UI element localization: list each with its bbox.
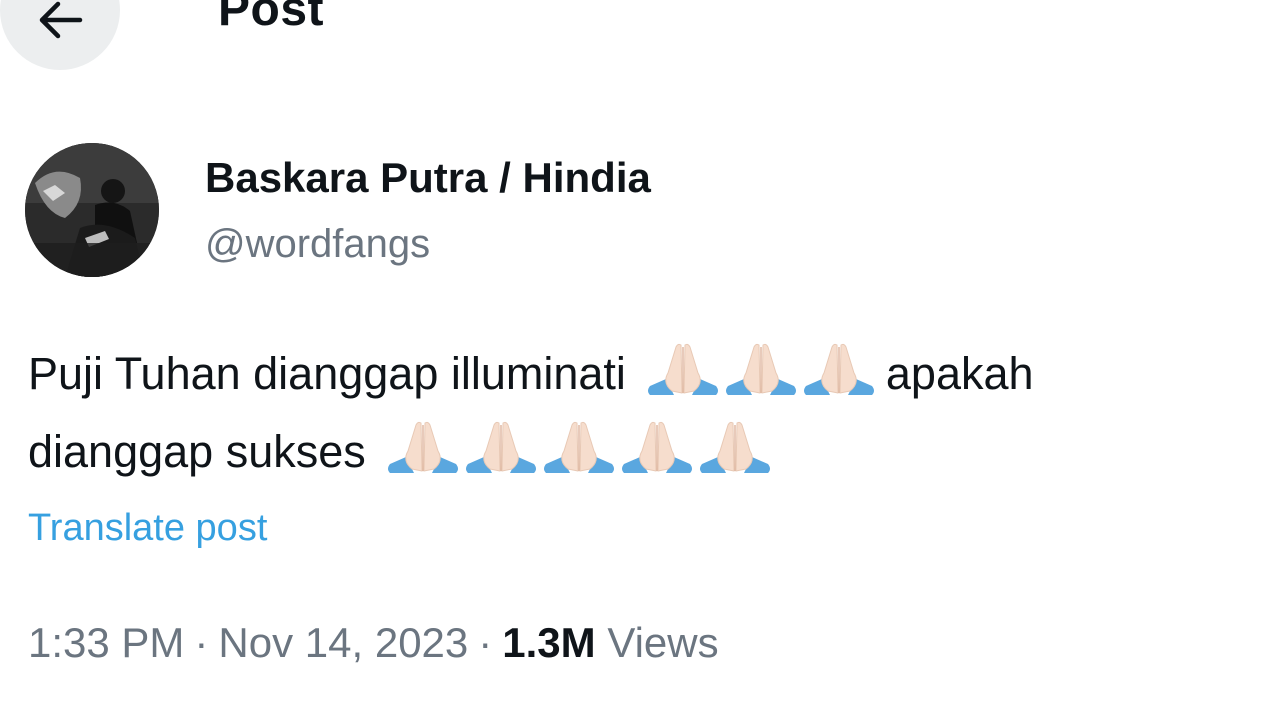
folded-hands-icon	[803, 343, 874, 395]
post-line-1: Puji Tuhan dianggap illuminati apakah	[28, 335, 1268, 413]
post-text: Puji Tuhan dianggap illuminati apakah di…	[28, 335, 1268, 491]
avatar[interactable]	[25, 143, 159, 277]
folded-hands-icon	[465, 421, 536, 473]
folded-hands-icon	[621, 421, 692, 473]
folded-hands-icon	[699, 421, 770, 473]
author-handle[interactable]: @wordfangs	[205, 218, 430, 270]
post-meta: 1:33 PM · Nov 14, 2023 · 1.3M Views	[28, 615, 719, 671]
meta-separator: ·	[194, 619, 209, 666]
folded-hands-icon	[725, 343, 796, 395]
emoji-group-1	[644, 339, 878, 409]
post-text-line2: dianggap sukses	[28, 426, 366, 477]
post-text-line1-suffix: apakah	[885, 348, 1034, 399]
meta-separator: ·	[478, 619, 493, 666]
folded-hands-icon	[387, 421, 458, 473]
author-display-name[interactable]: Baskara Putra / Hindia	[205, 152, 651, 204]
views-label: Views	[607, 619, 719, 666]
emoji-group-2	[384, 417, 774, 487]
views-count: 1.3M	[502, 619, 596, 666]
post-page: Post Baskara Putra / Hindia @wordfangs P…	[0, 0, 1280, 720]
post-line-2: dianggap sukses	[28, 413, 1268, 491]
page-title: Post	[218, 0, 325, 36]
translate-post-link[interactable]: Translate post	[28, 502, 267, 554]
post-time[interactable]: 1:33 PM	[28, 619, 184, 666]
post-date[interactable]: Nov 14, 2023	[218, 619, 468, 666]
back-button[interactable]	[0, 0, 120, 70]
folded-hands-icon	[647, 343, 718, 395]
post-text-line1: Puji Tuhan dianggap illuminati	[28, 348, 626, 399]
folded-hands-icon	[543, 421, 614, 473]
arrow-left-icon	[39, 1, 83, 39]
avatar-photo	[25, 143, 159, 277]
